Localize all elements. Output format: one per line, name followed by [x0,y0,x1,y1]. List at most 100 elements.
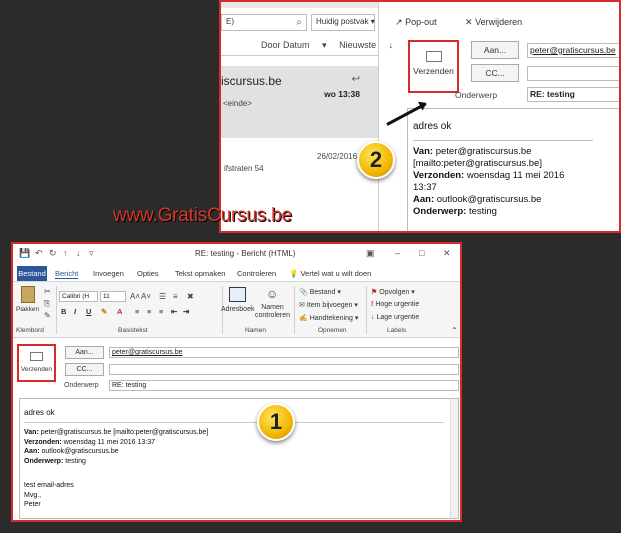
cc-button[interactable]: CC... [65,363,104,376]
discard-button[interactable]: ✕ Verwijderen [465,17,522,28]
envelope-icon: ✉ [299,302,305,309]
message-sender: iscursus.be [221,74,282,88]
tab-opties[interactable]: Opties [137,269,159,278]
save-icon[interactable]: 💾 [19,248,30,259]
bullets-icon[interactable]: ☰ [159,292,166,301]
high-importance-button[interactable]: ! Hoge urgentie [371,301,419,308]
font-color-icon[interactable]: A [117,307,122,316]
minimize-icon[interactable]: – [395,248,400,258]
maximize-icon[interactable]: □ [419,248,424,258]
highlight-icon[interactable]: ✎ [101,307,107,316]
message-preview: ifstraten 54 [224,164,264,173]
group-separator [294,286,295,334]
numbering-icon[interactable]: ≡ [173,292,178,301]
high-importance-label: Hoge urgentie [375,301,420,308]
grow-font-icon[interactable]: A˄ [130,292,140,301]
outdent-icon[interactable]: ⇤ [171,307,177,316]
paperclip-icon: 📎 [299,289,308,296]
bold-icon[interactable]: B [61,307,66,316]
chevron-down-icon[interactable]: ▿ [89,248,94,259]
copy-icon[interactable]: ⎘ [44,299,50,309]
sort-by-button[interactable]: Door Datum ▾ [261,40,327,50]
inline-reply-pane: ↗ Pop-out ✕ Verwijderen Verzenden Aan...… [391,2,619,231]
title-bar: 💾 ↶ ↻ ↑ ↓ ▿ RE: testing - Bericht (HTML)… [13,244,460,264]
step-badge-1: 1 [257,403,295,441]
mailbox-scope-select[interactable]: Huidig postvak ▾ [311,14,375,31]
mailbox-scope-label: Huidig postvak [316,17,369,26]
to-button[interactable]: Aan... [471,41,519,59]
list-item-selected[interactable]: iscursus.be ↩ wo 13:38 <einde> [221,66,378,138]
subject-field[interactable]: RE: testing [527,87,619,102]
ribbon-display-icon[interactable]: ▣ [366,248,375,259]
quoted-header: Van: peter@gratiscursus.be [mailto:peter… [413,146,564,218]
collapse-ribbon-icon[interactable]: ⌃ [451,326,458,335]
tab-invoegen[interactable]: Invoegen [93,269,124,278]
shrink-font-icon[interactable]: A˅ [141,292,151,301]
follow-up-button[interactable]: ⚑ Opvolgen ▾ [371,288,415,296]
send-button[interactable]: Verzenden [408,40,459,93]
to-field[interactable]: peter@gratiscursus.be [109,347,459,358]
format-painter-icon[interactable]: ✎ [44,311,51,320]
arrow-down-icon: ↓ [371,314,375,321]
paste-icon[interactable] [21,286,35,303]
close-icon[interactable]: ✕ [443,248,451,259]
arrow-down-icon[interactable]: ↓ [76,248,81,258]
indent-icon[interactable]: ⇥ [183,307,189,316]
arrow-up-icon[interactable]: ↑ [63,248,68,258]
to-button[interactable]: Aan... [65,346,104,359]
check-names-button[interactable]: Namen controleren [255,304,290,320]
cc-field[interactable] [527,66,619,81]
message-date: 26/02/2016 [317,152,358,161]
subject-field[interactable]: RE: testing [109,380,459,391]
window-title: RE: testing - Bericht (HTML) [195,249,296,258]
subject-label: Onderwerp [455,90,498,100]
attach-item-button[interactable]: ✉ Item bijvoegen ▾ [299,301,358,309]
font-size-select[interactable]: 11 [100,291,126,302]
cropped-header [221,2,378,8]
tab-tekst-opmaken[interactable]: Tekst opmaken [175,269,225,278]
align-left-icon[interactable]: ≡ [135,307,139,316]
tab-bestand[interactable]: Bestand [17,266,47,281]
underline-icon[interactable]: U [86,307,91,316]
address-book-icon[interactable] [229,287,246,302]
clear-format-icon[interactable]: ✖ [187,292,194,301]
send-label: Verzenden [413,66,454,76]
paste-button-label[interactable]: Plakken [16,306,39,313]
divider [24,422,444,423]
italic-icon[interactable]: I [74,307,76,316]
tab-bericht[interactable]: Bericht [55,269,79,279]
cc-button[interactable]: CC... [471,64,519,82]
pane-divider[interactable] [378,2,379,231]
signature-button[interactable]: ✍ Handtekening ▾ [299,314,358,322]
redo-icon[interactable]: ↻ [49,248,57,259]
to-field[interactable]: peter@gratiscursus.be [527,43,619,58]
sent-key: Verzonden: [413,170,465,181]
sent-key: Verzonden: [24,438,62,446]
message-body[interactable]: adres ok Van: peter@gratiscursus.be [mai… [19,398,459,519]
check-names-icon[interactable]: ☺ [266,287,282,302]
send-button[interactable]: Verzenden [17,344,56,382]
address-book-label[interactable]: Adresboek [221,306,254,313]
quoted-body-line: Mvg., [24,491,42,499]
align-center-icon[interactable]: ≡ [147,307,151,316]
close-icon: ✕ [465,17,473,27]
low-importance-button[interactable]: ↓ Lage urgentie [371,314,419,321]
check-names-label-1: Namen [261,304,284,311]
search-icon[interactable]: ⌕ [296,17,302,28]
sort-order-button[interactable]: Nieuwste ↓ [339,40,393,50]
search-input[interactable]: E) ⌕ [221,14,307,31]
message-body[interactable]: adres ok Van: peter@gratiscursus.be [mai… [407,108,619,231]
font-name-select[interactable]: Calibri (H [59,291,98,302]
sent-value: woensdag 11 mei 2016 13:37 [63,438,156,446]
tab-controleren[interactable]: Controleren [237,269,276,278]
attach-file-button[interactable]: 📎 Bestand ▾ [299,288,341,296]
message-time: wo 13:38 [324,89,360,99]
check-names-label-2: controleren [255,312,291,319]
cc-field[interactable] [109,364,459,375]
undo-icon[interactable]: ↶ [35,248,43,259]
popout-button[interactable]: ↗ Pop-out [395,17,437,28]
cut-icon[interactable]: ✂ [44,287,51,296]
scrollbar[interactable] [450,399,458,518]
tell-me-box[interactable]: 💡 Vertel wat u wilt doen [289,269,371,278]
align-right-icon[interactable]: ≡ [159,307,163,316]
